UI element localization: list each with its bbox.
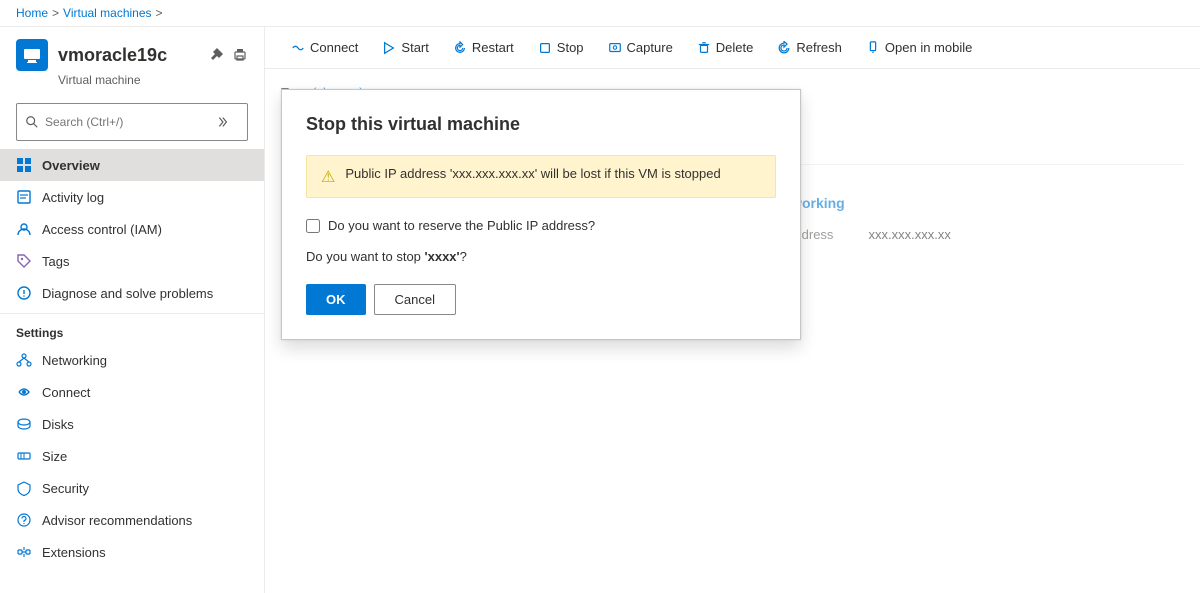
connect-icon <box>16 384 32 400</box>
vm-header-icons <box>208 47 248 63</box>
refresh-button[interactable]: Refresh <box>767 35 852 60</box>
settings-section-label: Settings <box>0 313 264 344</box>
sidebar-item-overview[interactable]: Overview <box>0 149 264 181</box>
reserve-ip-label: Do you want to reserve the Public IP add… <box>328 218 595 233</box>
sidebar-item-disks-label: Disks <box>42 417 74 432</box>
sidebar: vmoracle19c Virtual machine <box>0 27 265 593</box>
tags-icon <box>16 253 32 269</box>
sidebar-item-activity-log-label: Activity log <box>42 190 104 205</box>
confirm-text-part1: Do you want to stop <box>306 249 425 264</box>
ok-button[interactable]: OK <box>306 284 366 315</box>
breadcrumb-vms[interactable]: Virtual machines <box>63 6 152 20</box>
dialog-buttons: OK Cancel <box>306 284 776 315</box>
stop-vm-dialog: Stop this virtual machine ⚠ Public IP ad… <box>281 89 801 340</box>
sidebar-item-networking[interactable]: Networking <box>0 344 264 376</box>
extensions-icon <box>16 544 32 560</box>
diagnose-icon <box>16 285 32 301</box>
breadcrumb: Home > Virtual machines > <box>0 0 1200 27</box>
search-input[interactable] <box>45 115 207 129</box>
delete-button[interactable]: Delete <box>687 35 764 60</box>
restart-button[interactable]: Restart <box>443 35 524 60</box>
app-container: Home > Virtual machines > vmoracle19c Vi… <box>0 0 1200 593</box>
breadcrumb-home[interactable]: Home <box>16 6 48 20</box>
sidebar-item-access-control[interactable]: Access control (IAM) <box>0 213 264 245</box>
warning-text: Public IP address 'xxx.xxx.xxx.xx' will … <box>345 166 720 181</box>
capture-button[interactable]: Capture <box>598 35 683 60</box>
sidebar-item-diagnose[interactable]: Diagnose and solve problems <box>0 277 264 309</box>
toolbar: Connect Start Restart Stop Capture <box>265 27 1200 69</box>
sidebar-item-size[interactable]: Size <box>0 440 264 472</box>
collapse-sidebar-button[interactable] <box>211 108 239 136</box>
sidebar-item-extensions-label: Extensions <box>42 545 106 560</box>
sidebar-item-advisor-label: Advisor recommendations <box>42 513 192 528</box>
warning-icon: ⚠ <box>321 167 335 187</box>
sidebar-item-activity-log[interactable]: Activity log <box>0 181 264 213</box>
disks-icon <box>16 416 32 432</box>
sidebar-item-security-label: Security <box>42 481 89 496</box>
access-control-icon <box>16 221 32 237</box>
start-button[interactable]: Start <box>372 35 438 60</box>
vm-icon <box>16 39 48 71</box>
sidebar-item-advisor[interactable]: Advisor recommendations <box>0 504 264 536</box>
sidebar-item-overview-label: Overview <box>42 158 100 173</box>
vm-name: vmoracle19c <box>58 45 167 66</box>
stop-button[interactable]: Stop <box>528 35 594 60</box>
confirm-text: Do you want to stop 'xxxx'? <box>306 249 776 264</box>
breadcrumb-sep2: > <box>156 6 163 20</box>
warning-box: ⚠ Public IP address 'xxx.xxx.xxx.xx' wil… <box>306 155 776 198</box>
sidebar-item-tags-label: Tags <box>42 254 69 269</box>
networking-icon <box>16 352 32 368</box>
sidebar-item-connect-label: Connect <box>42 385 90 400</box>
sidebar-item-networking-label: Networking <box>42 353 107 368</box>
sidebar-item-access-control-label: Access control (IAM) <box>42 222 162 237</box>
reserve-ip-checkbox[interactable] <box>306 219 320 233</box>
search-icon <box>25 115 39 129</box>
vm-subtitle: Virtual machine <box>58 73 248 87</box>
sidebar-item-diagnose-label: Diagnose and solve problems <box>42 286 213 301</box>
main-layout: vmoracle19c Virtual machine <box>0 27 1200 593</box>
sidebar-item-extensions[interactable]: Extensions <box>0 536 264 568</box>
sidebar-header: vmoracle19c Virtual machine <box>0 27 264 95</box>
content-area: Connect Start Restart Stop Capture <box>265 27 1200 593</box>
sidebar-item-connect[interactable]: Connect <box>0 376 264 408</box>
connect-button[interactable]: Connect <box>281 35 368 60</box>
advisor-icon <box>16 512 32 528</box>
size-icon <box>16 448 32 464</box>
sidebar-item-disks[interactable]: Disks <box>0 408 264 440</box>
checkbox-row: Do you want to reserve the Public IP add… <box>306 218 776 233</box>
sidebar-item-tags[interactable]: Tags <box>0 245 264 277</box>
breadcrumb-sep1: > <box>52 6 59 20</box>
security-icon <box>16 480 32 496</box>
restart-icon <box>453 41 467 55</box>
confirm-vm-name: 'xxxx' <box>425 249 460 264</box>
dialog-overlay: Stop this virtual machine ⚠ Public IP ad… <box>265 69 1200 593</box>
open-in-mobile-button[interactable]: Open in mobile <box>856 35 982 60</box>
cancel-button[interactable]: Cancel <box>374 284 456 315</box>
refresh-icon <box>777 41 791 55</box>
dialog-title: Stop this virtual machine <box>306 114 776 135</box>
mobile-icon <box>866 41 880 55</box>
start-icon <box>382 41 396 55</box>
overview-icon <box>16 157 32 173</box>
activity-log-icon <box>16 189 32 205</box>
sidebar-item-size-label: Size <box>42 449 67 464</box>
stop-icon <box>538 41 552 55</box>
print-icon[interactable] <box>232 47 248 63</box>
vm-header: vmoracle19c <box>16 39 248 71</box>
search-box[interactable] <box>16 103 248 141</box>
delete-icon <box>697 41 711 55</box>
pin-icon[interactable] <box>208 47 224 63</box>
capture-icon <box>608 41 622 55</box>
confirm-text-part2: ? <box>460 249 467 264</box>
sidebar-item-security[interactable]: Security <box>0 472 264 504</box>
connect-toolbar-icon <box>291 41 305 55</box>
dialog-container: Stop this virtual machine ⚠ Public IP ad… <box>265 69 1200 593</box>
